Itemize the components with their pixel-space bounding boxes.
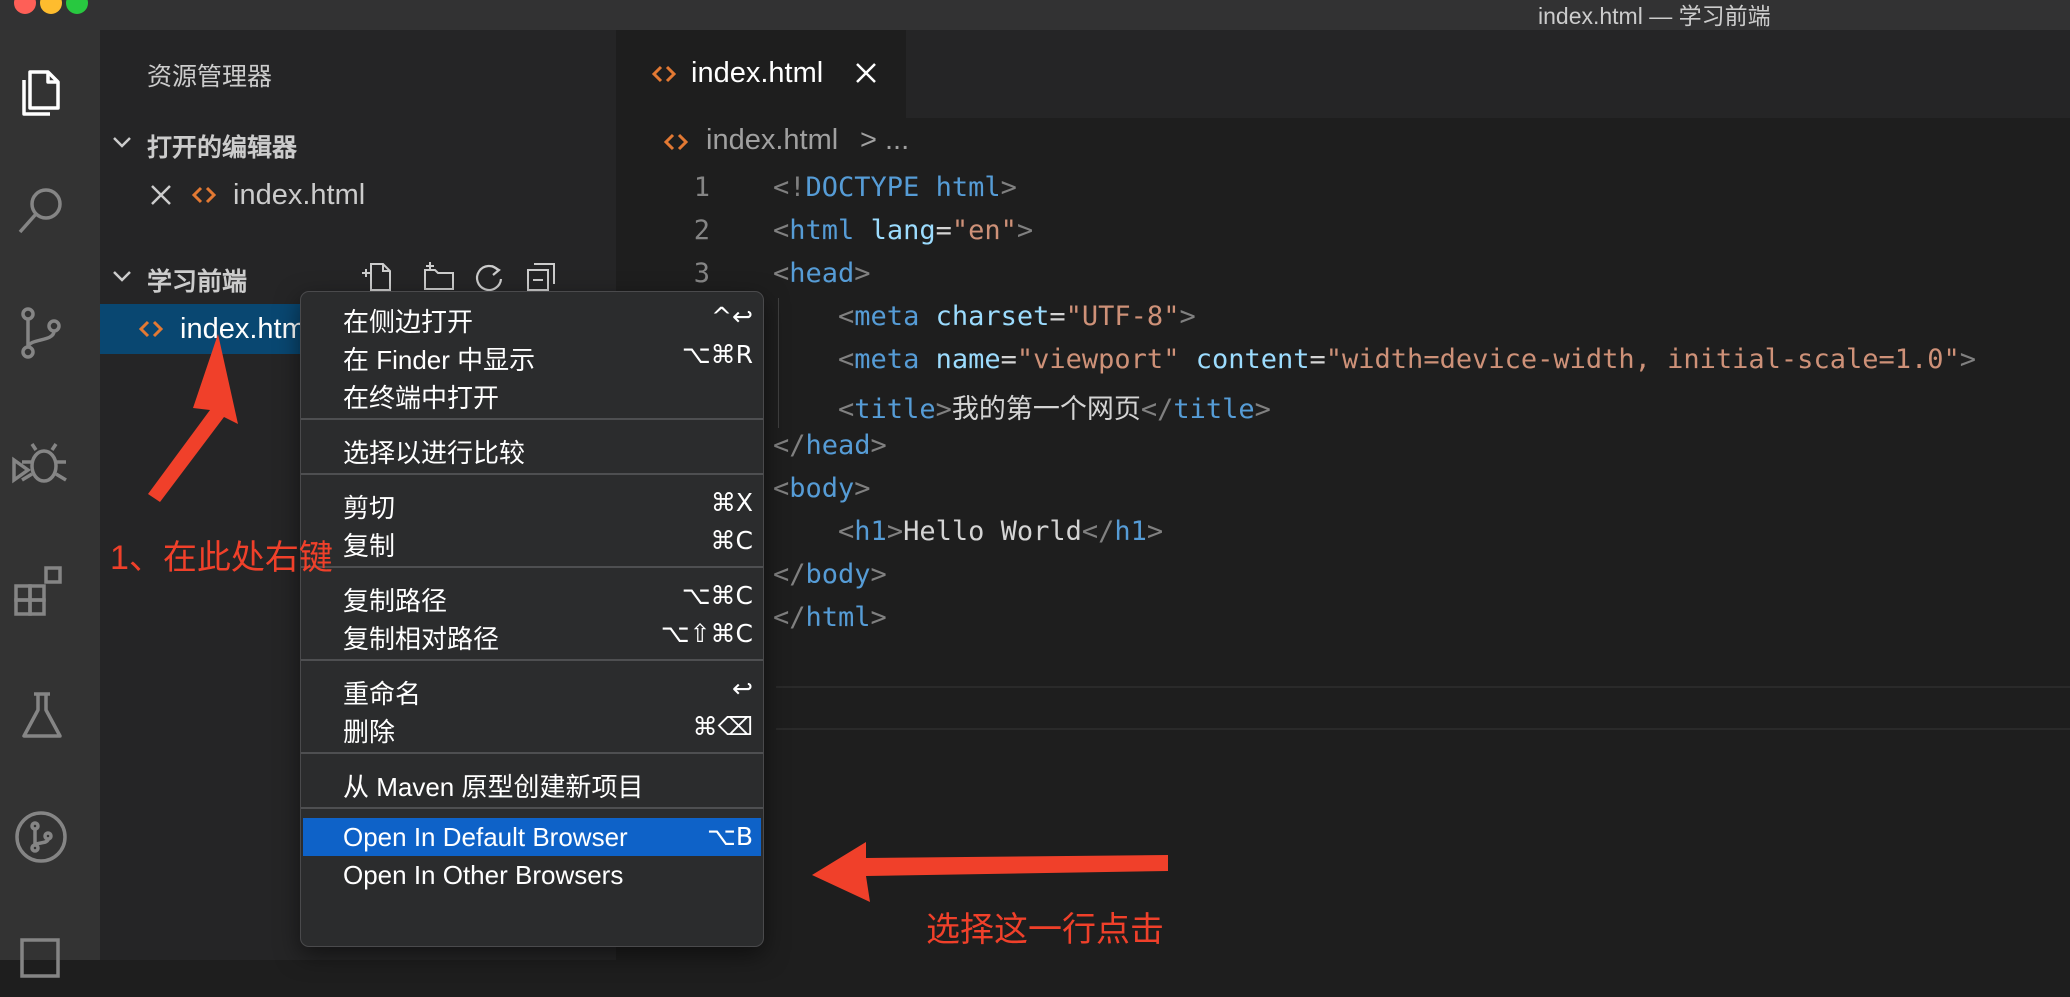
- arrow-up-icon: [148, 334, 238, 502]
- annotation-step2: 选择这一行点击: [926, 911, 1164, 949]
- arrow-left-icon: [812, 842, 1168, 902]
- annotation-arrows: [148, 334, 1168, 902]
- annotation-step1: 1、在此处右键: [110, 539, 333, 577]
